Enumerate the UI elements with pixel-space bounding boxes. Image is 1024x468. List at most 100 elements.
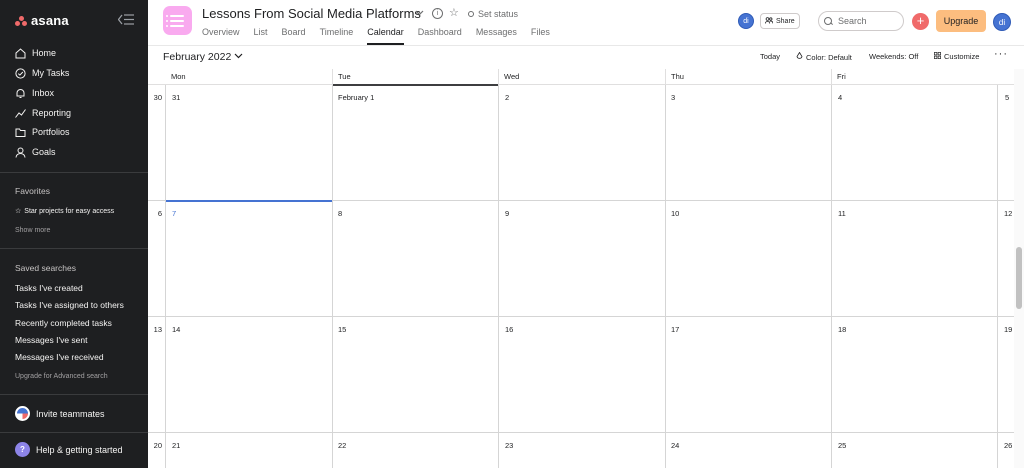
date-cell[interactable]: 4: [838, 93, 842, 102]
today-label: Today: [760, 52, 781, 61]
upgrade-advanced-search-link[interactable]: Upgrade for Advanced search: [15, 373, 108, 380]
sidebar-item-label: Inbox: [32, 88, 55, 98]
today-button[interactable]: Today: [760, 52, 780, 61]
saved-search-item[interactable]: Tasks I've created: [15, 283, 83, 293]
weekend-date: 26: [1004, 441, 1013, 450]
set-status-button[interactable]: Set status: [468, 9, 518, 19]
invite-icon: [15, 406, 30, 421]
calendar-toolbar: February 2022 Today Color: Default Weeke…: [148, 47, 1024, 69]
sidebar-item-label: Home: [32, 48, 57, 58]
tab-overview[interactable]: Overview: [202, 27, 240, 45]
tab-timeline[interactable]: Timeline: [320, 27, 354, 45]
invite-label: Invite teammates: [36, 408, 105, 419]
week-start-date: 13: [153, 325, 162, 334]
date-cell[interactable]: February 1: [338, 93, 374, 102]
star-projects-hint[interactable]: ☆ Star projects for easy access: [15, 207, 114, 216]
date-cell[interactable]: 18: [838, 325, 846, 334]
date-cell[interactable]: 14: [172, 325, 180, 334]
saved-search-item[interactable]: Tasks I've assigned to others: [15, 300, 124, 310]
saved-search-item[interactable]: Messages I've received: [15, 352, 104, 362]
date-cell[interactable]: 16: [505, 325, 513, 334]
sidebar-item-my-tasks[interactable]: My Tasks: [15, 65, 69, 81]
sidebar-item-reporting[interactable]: Reporting: [15, 105, 71, 121]
folder-icon: [15, 127, 26, 138]
customize-button[interactable]: Customize: [934, 52, 979, 61]
grid-divider: [498, 69, 499, 85]
grid-line: [148, 432, 1014, 433]
asana-logo[interactable]: asana: [15, 13, 69, 28]
sidebar-divider: [0, 394, 148, 395]
help-label: Help & getting started: [36, 444, 123, 455]
grid-line: [498, 85, 499, 468]
calendar-scrollbar[interactable]: [1014, 69, 1024, 468]
saved-searches-heading: Saved searches: [15, 263, 76, 273]
grid-divider: [831, 69, 832, 85]
date-cell[interactable]: 15: [338, 325, 346, 334]
help-button[interactable]: ? Help & getting started: [15, 442, 123, 457]
search-input[interactable]: [838, 16, 898, 26]
date-cell[interactable]: 3: [671, 93, 675, 102]
date-cell[interactable]: 31: [172, 93, 180, 102]
date-cell[interactable]: 25: [838, 441, 846, 450]
today-indicator: [166, 200, 332, 202]
invite-teammates-button[interactable]: Invite teammates: [15, 406, 105, 421]
date-cell[interactable]: 17: [671, 325, 679, 334]
share-button[interactable]: Share: [760, 13, 800, 29]
member-avatar[interactable]: di: [738, 13, 754, 29]
date-cell[interactable]: 23: [505, 441, 513, 450]
sidebar-item-home[interactable]: Home: [15, 45, 56, 61]
date-cell[interactable]: 11: [838, 209, 846, 218]
day-header-tue: Tue: [338, 72, 351, 81]
sidebar-divider: [0, 248, 148, 249]
week-start-date: 6: [157, 209, 162, 218]
tab-calendar[interactable]: Calendar: [367, 27, 404, 45]
saved-search-item[interactable]: Recently completed tasks: [15, 318, 112, 328]
favorite-star-icon[interactable]: ☆: [449, 6, 459, 19]
tab-list[interactable]: List: [254, 27, 268, 45]
tab-files[interactable]: Files: [531, 27, 550, 45]
collapse-sidebar-icon[interactable]: [117, 14, 134, 26]
date-cell-today[interactable]: 7: [172, 209, 176, 218]
info-icon[interactable]: i: [432, 8, 443, 19]
color-button[interactable]: Color: Default: [796, 51, 852, 62]
logo-text: asana: [31, 13, 69, 28]
date-cell[interactable]: 10: [671, 209, 679, 218]
share-label: Share: [776, 17, 795, 25]
month-selector[interactable]: February 2022: [163, 51, 231, 63]
day-header-fri: Fri: [837, 72, 846, 81]
add-button[interactable]: +: [912, 13, 929, 30]
favorites-heading: Favorites: [15, 186, 50, 196]
scrollbar-thumb[interactable]: [1016, 247, 1022, 309]
search-box[interactable]: [818, 11, 904, 31]
check-circle-icon: [15, 67, 26, 79]
user-avatar[interactable]: di: [993, 13, 1011, 31]
saved-search-item[interactable]: Messages I've sent: [15, 335, 88, 345]
date-cell[interactable]: 2: [505, 93, 509, 102]
sidebar-item-goals[interactable]: Goals: [15, 144, 56, 160]
more-options-icon[interactable]: ···: [994, 48, 1008, 60]
weekends-toggle[interactable]: Weekends: Off: [869, 52, 918, 61]
grid-line: [665, 85, 666, 468]
star-icon: ☆: [15, 208, 22, 215]
project-title[interactable]: Lessons From Social Media Platforms: [202, 6, 421, 21]
tab-messages[interactable]: Messages: [476, 27, 517, 45]
chevron-down-icon[interactable]: [234, 51, 243, 62]
tab-board[interactable]: Board: [282, 27, 306, 45]
sidebar: asana Home My Tasks Inbox Reporting Port…: [0, 0, 148, 468]
date-cell[interactable]: 22: [338, 441, 346, 450]
chevron-down-icon[interactable]: [415, 8, 424, 19]
sidebar-item-label: Reporting: [32, 108, 72, 118]
date-cell[interactable]: 21: [172, 441, 180, 450]
project-list-icon[interactable]: [163, 6, 192, 35]
show-more-link[interactable]: Show more: [15, 227, 50, 234]
upgrade-button[interactable]: Upgrade: [936, 10, 986, 32]
current-day-indicator: [333, 84, 498, 86]
grid-line: [997, 85, 998, 468]
sidebar-item-portfolios[interactable]: Portfolios: [15, 124, 70, 140]
date-cell[interactable]: 8: [338, 209, 342, 218]
date-cell[interactable]: 9: [505, 209, 509, 218]
grid-line: [148, 84, 1014, 85]
tab-dashboard[interactable]: Dashboard: [418, 27, 462, 45]
sidebar-item-inbox[interactable]: Inbox: [15, 85, 54, 101]
date-cell[interactable]: 24: [671, 441, 679, 450]
